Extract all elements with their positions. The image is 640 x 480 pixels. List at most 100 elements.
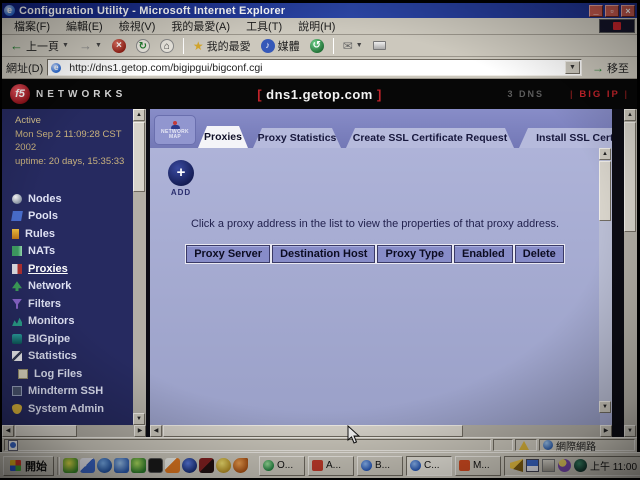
favorites-button[interactable]: ★ 我的最愛 [189,37,255,55]
sidebar-item-bigpipe[interactable]: BIGpipe [12,330,133,348]
status-zone-pane: 網際網路 [539,439,635,451]
quicklaunch-icon[interactable] [97,458,112,473]
scroll-right-icon[interactable]: ▶ [134,425,146,437]
sidebar-item-network[interactable]: Network [12,278,133,296]
sidebar-item-logfiles[interactable]: Log Files [12,365,133,383]
quicklaunch-icon[interactable] [114,458,129,473]
tray-icon[interactable] [526,459,539,472]
scroll-up-icon[interactable]: ▲ [133,109,145,121]
sidebar-item-nodes[interactable]: Nodes [12,190,133,208]
minimize-button[interactable]: _ [589,5,603,17]
scroll-left-icon[interactable]: ◀ [2,425,14,437]
add-proxy[interactable]: + ADD [166,160,196,197]
sidebar-item-statistics[interactable]: Statistics [12,348,133,366]
scroll-down-icon[interactable]: ▼ [133,413,145,425]
menu-file[interactable]: 檔案(F) [6,17,58,35]
sidebar-item-filters[interactable]: Filters [12,295,133,313]
task-button-3[interactable]: B... [357,456,403,476]
title-bar: e Configuration Utility - Microsoft Inte… [2,3,637,18]
sidebar-vertical-scrollbar[interactable]: ▲ ▼ [133,109,146,425]
home-button[interactable]: ⌂ [156,38,178,54]
scrollbar-thumb[interactable] [163,425,463,437]
forward-dropdown-icon[interactable]: ▼ [95,42,102,49]
back-dropdown-icon[interactable]: ▼ [62,42,69,49]
mail-button[interactable]: ✉ ▼ [339,38,367,54]
tab-create-ssl-certificate-request[interactable]: Create SSL Certificate Request [346,128,514,148]
tray-icon[interactable] [558,459,571,472]
quicklaunch-icon[interactable] [165,458,180,473]
menu-help[interactable]: 說明(H) [290,17,343,35]
go-button[interactable]: → 移至 [586,59,635,77]
tab-proxy-statistics[interactable]: Proxy Statistics [253,128,341,148]
column-proxy-server[interactable]: Proxy Server [186,245,270,263]
content-horizontal-scrollbar[interactable]: ◀ ▶ [150,425,612,437]
task-button-2[interactable]: A... [308,456,354,476]
quicklaunch-icon[interactable] [182,458,197,473]
sidebar-item-rules[interactable]: Rules [12,225,133,243]
media-button[interactable]: ♪ 媒體 [257,37,304,55]
quicklaunch-icon[interactable] [199,458,214,473]
scroll-right-icon[interactable]: ▶ [600,425,612,437]
sidebar-item-proxies[interactable]: Proxies [12,260,133,278]
page-vertical-scrollbar[interactable]: ▲ ▼ [624,109,637,437]
scrollbar-thumb[interactable] [599,161,611,221]
stop-button[interactable]: × [108,38,130,54]
network-map-button[interactable]: NETWORK MAP [154,115,196,145]
column-proxy-type[interactable]: Proxy Type [377,245,452,263]
scrollbar-thumb[interactable] [15,425,77,437]
column-delete[interactable]: Delete [515,245,564,263]
column-enabled[interactable]: Enabled [454,245,513,263]
quicklaunch-icon[interactable] [216,458,231,473]
quicklaunch-icon[interactable] [131,458,146,473]
scroll-left-icon[interactable]: ◀ [150,425,162,437]
menu-view[interactable]: 檢視(V) [111,17,164,35]
scroll-down-icon[interactable]: ▼ [624,425,636,437]
sidebar-horizontal-scrollbar[interactable]: ◀ ▶ [2,425,146,437]
scrollbar-thumb[interactable] [624,122,636,232]
scroll-up-icon[interactable]: ▲ [599,148,611,160]
monitors-icon [12,316,22,326]
history-button[interactable]: ↺ [306,38,328,54]
start-button[interactable]: 開始 [3,456,54,476]
alert-icon [519,441,529,450]
forward-button[interactable]: → ▼ [75,37,106,54]
sidebar-item-nats[interactable]: NATs [12,243,133,261]
sidebar-item-mindterm[interactable]: Mindterm SSH [12,383,133,401]
quicklaunch-icon[interactable] [148,458,163,473]
sidebar-item-pools[interactable]: Pools [12,208,133,226]
quicklaunch-icon[interactable] [233,458,248,473]
address-input[interactable]: e http://dns1.getop.com/bigipgui/bigconf… [47,59,582,76]
scroll-down-icon[interactable]: ▼ [599,401,611,413]
tray-icon[interactable] [574,459,587,472]
print-button[interactable] [369,40,390,51]
menu-edit[interactable]: 編輯(E) [58,17,111,35]
sidebar-item-sysadmin[interactable]: System Admin [12,400,133,418]
close-button[interactable]: × [621,5,635,17]
back-button[interactable]: ← 上一頁 ▼ [6,37,73,55]
scrollbar-thumb[interactable] [133,122,145,192]
quicklaunch-icon[interactable] [63,458,78,473]
network-map-label: NETWORK MAP [155,130,195,140]
refresh-button[interactable]: ↻ [132,38,154,54]
address-dropdown-button[interactable]: ▼ [565,61,580,74]
tray-icon[interactable] [510,459,523,472]
bigip-bracket-left: | [570,89,575,100]
quicklaunch-icon[interactable] [80,458,95,473]
task-button-1[interactable]: O... [259,456,305,476]
address-url[interactable]: http://dns1.getop.com/bigipgui/bigconf.c… [69,62,561,74]
product-bigip-label: | BIG IP | [570,89,629,100]
task-button-active[interactable]: C... [406,456,452,476]
content-vertical-scrollbar[interactable]: ▲ ▼ [599,148,612,413]
tab-install-ssl-certificate[interactable]: Install SSL Certif [519,128,612,148]
mail-dropdown-icon[interactable]: ▼ [356,42,363,49]
sidebar-item-monitors[interactable]: Monitors [12,313,133,331]
add-icon[interactable]: + [168,160,194,186]
task-button-5[interactable]: M... [455,456,501,476]
tab-proxies[interactable]: Proxies [198,126,248,148]
menu-tools[interactable]: 工具(T) [238,17,290,35]
column-destination-host[interactable]: Destination Host [272,245,375,263]
tray-icon[interactable] [542,459,555,472]
menu-favorites[interactable]: 我的最愛(A) [163,17,238,35]
scroll-up-icon[interactable]: ▲ [624,109,636,121]
maximize-button[interactable]: ▫ [605,5,619,17]
